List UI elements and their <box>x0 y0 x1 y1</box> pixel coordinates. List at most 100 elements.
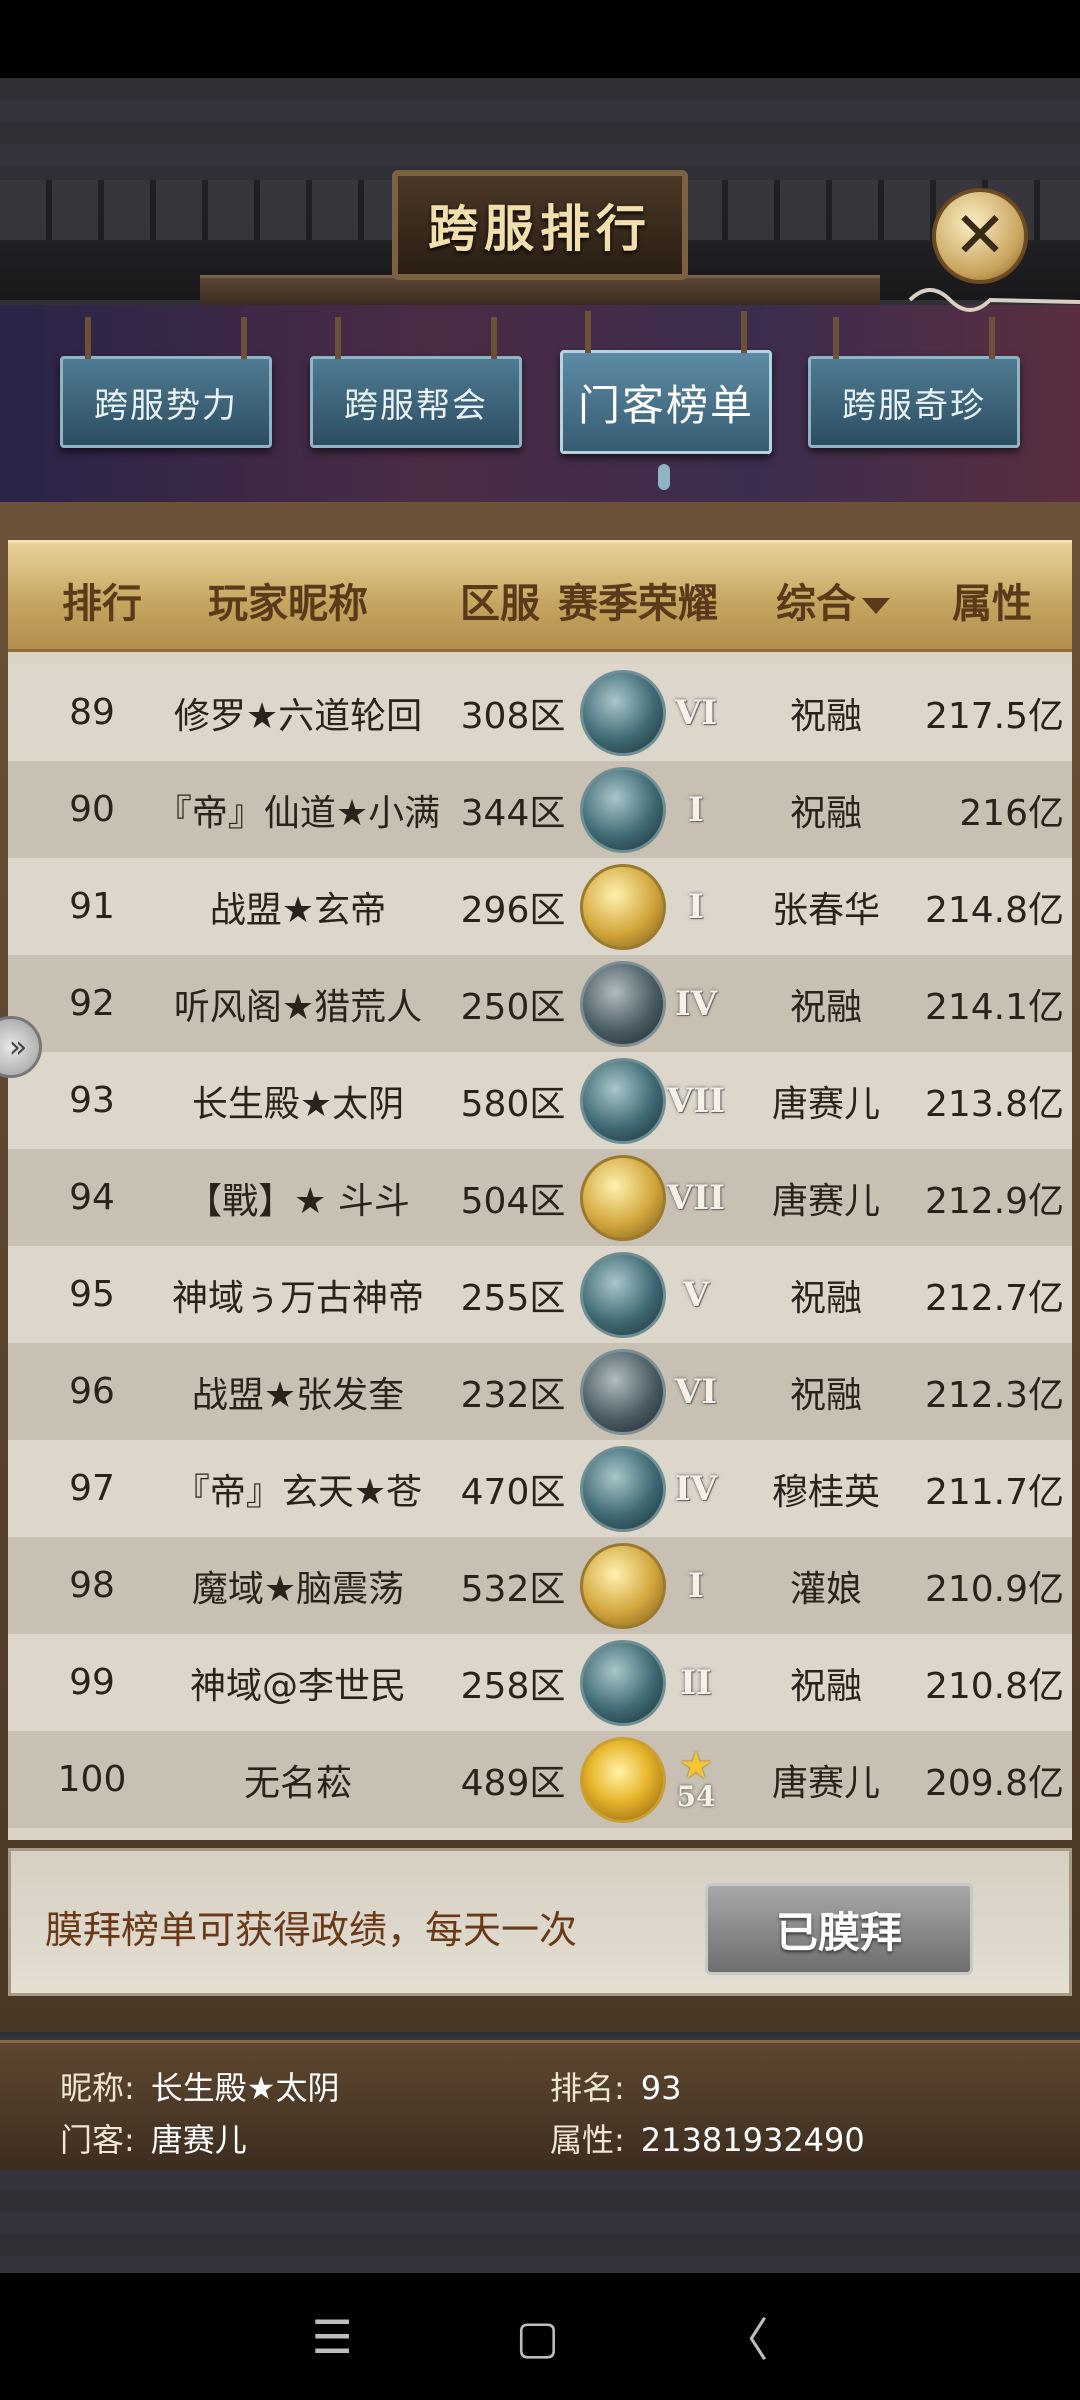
row-hero: 祝融 <box>789 1374 862 1416</box>
table-row[interactable]: 90 『帝』仙道★小满 344区 I 祝融 216亿 <box>8 761 1072 858</box>
header-server: 区服 <box>460 581 540 627</box>
row-player-name: 神域@李世民 <box>189 1665 406 1707</box>
tab-rope <box>241 317 247 359</box>
menu-icon[interactable]: ☰ <box>312 2310 353 2364</box>
tab-rope <box>833 317 839 359</box>
row-rank: 89 <box>69 692 115 733</box>
worship-button[interactable]: 已膜拜 <box>705 1883 973 1975</box>
attr-label: 属性: <box>550 2121 625 2159</box>
nickname-label: 昵称: <box>60 2069 135 2107</box>
tab-label: 跨服势力 <box>94 385 238 426</box>
row-honor-badge <box>578 1343 668 1440</box>
row-server: 504区 <box>460 1180 566 1222</box>
tab-label: 跨服奇珍 <box>842 385 986 426</box>
row-rank: 96 <box>69 1371 115 1412</box>
row-server: 470区 <box>460 1471 566 1513</box>
row-hero: 穆桂英 <box>771 1471 880 1513</box>
header-honor: 赛季荣耀 <box>558 581 718 627</box>
row-honor-badge <box>578 955 668 1052</box>
row-hero: 祝融 <box>789 1277 862 1319</box>
row-rank: 92 <box>69 983 115 1024</box>
table-row[interactable]: 95 神域ぅ万古神帝 255区 V 祝融 212.7亿 <box>8 1246 1072 1343</box>
table-row[interactable]: 96 战盟★张发奎 232区 VI 祝融 212.3亿 <box>8 1343 1072 1440</box>
row-server: 255区 <box>460 1277 566 1319</box>
row-attribute: 217.5亿 <box>924 695 1064 737</box>
row-hero: 祝融 <box>789 792 862 834</box>
row-attribute: 212.7亿 <box>924 1277 1064 1319</box>
table-row[interactable]: 93 长生殿★太阴 580区 VII 唐赛儿 213.8亿 <box>8 1052 1072 1149</box>
close-button[interactable]: ✕ <box>932 188 1028 284</box>
table-row[interactable]: 99 神域@李世民 258区 II 祝融 210.8亿 <box>8 1634 1072 1731</box>
row-rank: 90 <box>69 789 115 830</box>
dragon-badge-icon <box>580 766 666 853</box>
serpent-badge-icon <box>580 960 666 1047</box>
row-rank: 91 <box>69 886 115 927</box>
row-player-name: 无名菘 <box>243 1762 352 1804</box>
row-player-name: 魔域★脑震荡 <box>191 1568 405 1610</box>
row-honor-badge <box>578 1634 668 1731</box>
rank-label: 排名: <box>550 2069 625 2107</box>
row-player-name: 『帝』仙道★小满 <box>155 792 441 834</box>
row-attribute: 209.8亿 <box>924 1762 1064 1804</box>
tab-cross-server-guild[interactable]: 跨服帮会 <box>310 317 522 448</box>
row-server: 344区 <box>460 792 566 834</box>
table-row[interactable]: 94 【戰】★ 斗斗 504区 VII 唐赛儿 212.9亿 <box>8 1149 1072 1246</box>
row-hero: 唐赛儿 <box>771 1180 880 1222</box>
title-plaque: 跨服排行 <box>392 170 688 280</box>
tab-rope <box>491 317 497 359</box>
row-hero: 祝融 <box>789 1665 862 1707</box>
row-honor-badge <box>578 761 668 858</box>
row-attribute: 212.3亿 <box>924 1374 1064 1416</box>
row-honor-badge <box>578 1149 668 1246</box>
tab-rope <box>85 317 91 359</box>
elephant-badge-icon <box>580 1542 666 1629</box>
table-row[interactable]: 97 『帝』玄天★苍 470区 IV 穆桂英 211.7亿 <box>8 1440 1072 1537</box>
worship-hint: 膜拜榜单可获得政绩，每天一次 <box>45 1908 578 1952</box>
tab-label: 跨服帮会 <box>344 385 488 426</box>
header-overall-sort[interactable]: 综合 <box>776 571 890 629</box>
tab-rope <box>989 317 995 359</box>
header-overall: 综合 <box>776 581 856 627</box>
tab-retainer-ranking[interactable]: 门客榜单 <box>560 311 772 454</box>
table-row[interactable]: 98 魔域★脑震荡 532区 I 灌娘 210.9亿 <box>8 1537 1072 1634</box>
row-honor-tier: VII <box>666 1177 726 1218</box>
row-player-name: 【戰】★ 斗斗 <box>186 1180 410 1222</box>
tab-cross-server-treasure[interactable]: 跨服奇珍 <box>808 317 1020 448</box>
row-rank: 100 <box>57 1759 127 1800</box>
sort-down-icon <box>862 598 890 614</box>
table-row[interactable]: 89 修罗★六道轮回 308区 VI 祝融 217.5亿 <box>8 664 1072 761</box>
elephant-badge-icon <box>580 1154 666 1241</box>
row-server: 308区 <box>460 695 566 737</box>
header-name: 玩家昵称 <box>208 581 368 627</box>
row-rank: 99 <box>69 1662 115 1703</box>
table-row[interactable]: 91 战盟★玄帝 296区 I 张春华 214.8亿 <box>8 858 1072 955</box>
home-icon[interactable]: ▢ <box>516 2310 559 2364</box>
tab-cross-server-power[interactable]: 跨服势力 <box>60 317 272 448</box>
attr-value: 21381932490 <box>640 2121 865 2159</box>
table-row[interactable]: 92 听风阁★猎荒人 250区 IV 祝融 214.1亿 <box>8 955 1072 1052</box>
dragon-badge-icon <box>580 1251 666 1338</box>
active-tab-indicator <box>658 464 670 490</box>
cloud-icon <box>908 288 1080 312</box>
dragon-badge-icon <box>580 1057 666 1144</box>
row-hero: 祝融 <box>789 695 862 737</box>
row-player-name: 战盟★张发奎 <box>191 1374 405 1416</box>
table-row[interactable]: 100 无名菘 489区 ★ 54 唐赛儿 209.8亿 <box>8 1731 1072 1828</box>
row-honor-badge <box>578 1246 668 1343</box>
ranking-panel: 排行 玩家昵称 区服 赛季荣耀 综合 属性 89 修罗★六道轮回 308区 VI… <box>8 540 1072 1840</box>
row-server: 532区 <box>460 1568 566 1610</box>
dragon-badge-icon <box>580 1639 666 1726</box>
back-icon[interactable]: 〈 <box>722 2304 768 2370</box>
system-nav-bar: ☰ ▢ 〈 <box>0 2273 1080 2400</box>
rank-value: 93 <box>640 2069 682 2107</box>
row-honor-tier: II <box>680 1662 712 1703</box>
row-rank: 93 <box>69 1080 115 1121</box>
row-honor-tier: VII <box>666 1080 726 1121</box>
ranking-list[interactable]: 89 修罗★六道轮回 308区 VI 祝融 217.5亿 90 『帝』仙道★小满… <box>8 664 1072 1828</box>
row-honor-tier: ★ 54 <box>660 1731 732 1828</box>
row-rank: 97 <box>69 1468 115 1509</box>
row-player-name: 修罗★六道轮回 <box>173 695 423 737</box>
row-honor-tier: V <box>682 1274 710 1315</box>
star-level: ★ 54 <box>677 1749 716 1811</box>
row-attribute: 211.7亿 <box>924 1471 1064 1513</box>
